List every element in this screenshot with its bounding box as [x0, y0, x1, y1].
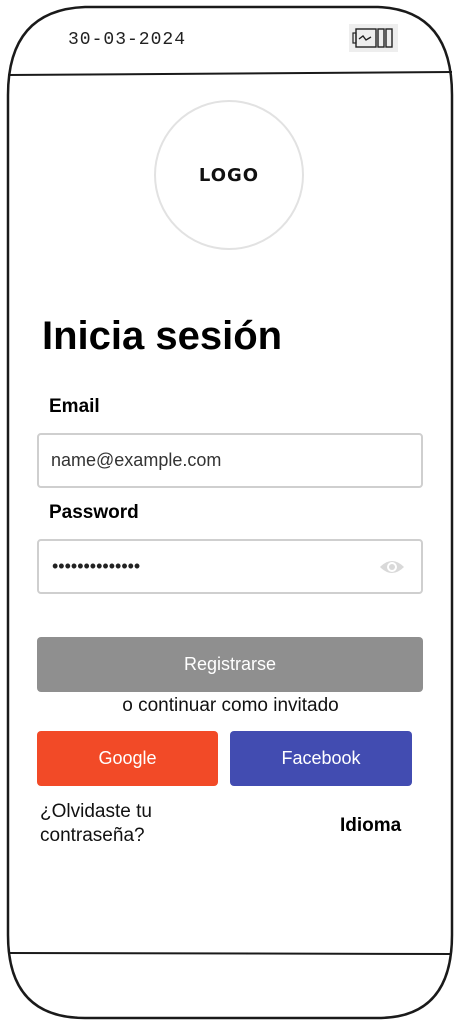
continue-as-guest-link[interactable]: o continuar como invitado: [0, 695, 461, 717]
email-label: Email: [49, 396, 100, 417]
status-date: 30-03-2024: [68, 30, 187, 50]
email-value: name@example.com: [51, 450, 222, 470]
facebook-button[interactable]: Facebook: [230, 731, 412, 786]
password-label: Password: [49, 502, 139, 523]
logo-placeholder: LOGO: [154, 100, 304, 250]
page-title: Inicia sesión: [42, 314, 283, 358]
password-field[interactable]: ••••••••••••••: [37, 539, 423, 594]
eye-icon[interactable]: [379, 558, 405, 581]
google-button[interactable]: Google: [37, 731, 218, 786]
logo-text: LOGO: [198, 164, 260, 186]
password-value: ••••••••••••••: [52, 556, 141, 576]
forgot-password-link[interactable]: ¿Olvidaste tu contraseña?: [40, 800, 230, 848]
battery-icon: [349, 24, 398, 52]
language-link[interactable]: Idioma: [340, 815, 401, 837]
email-field[interactable]: name@example.com: [37, 433, 423, 488]
register-button[interactable]: Registrarse: [37, 637, 423, 692]
